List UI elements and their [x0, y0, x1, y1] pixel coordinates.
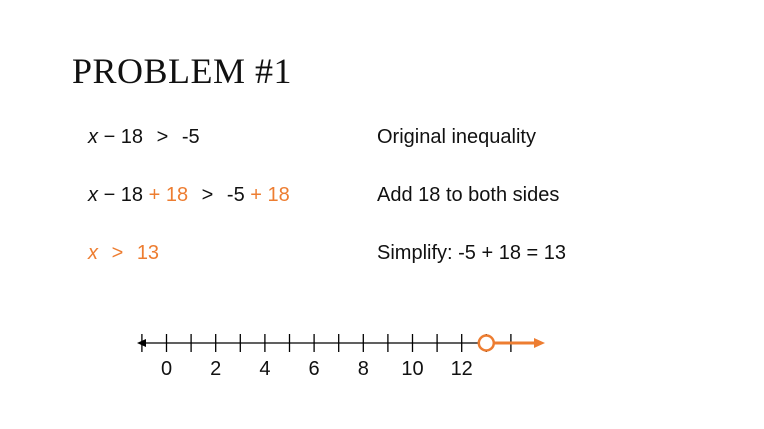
open-circle-marker [477, 334, 496, 352]
number-line: 0 2 4 6 8 10 12 [137, 334, 545, 380]
number-line-label: 10 [401, 358, 423, 380]
number-line-label: 12 [451, 358, 473, 380]
right-arrow-icon [534, 338, 545, 348]
number-line-label: 6 [309, 358, 320, 380]
number-line-label: 4 [259, 358, 270, 380]
number-line-label: 2 [210, 358, 221, 380]
slide: PROBLEM #1 x − 18 > -5 Original inequali… [0, 0, 764, 429]
number-line-label: 0 [161, 358, 172, 380]
number-line-label: 8 [358, 358, 369, 380]
